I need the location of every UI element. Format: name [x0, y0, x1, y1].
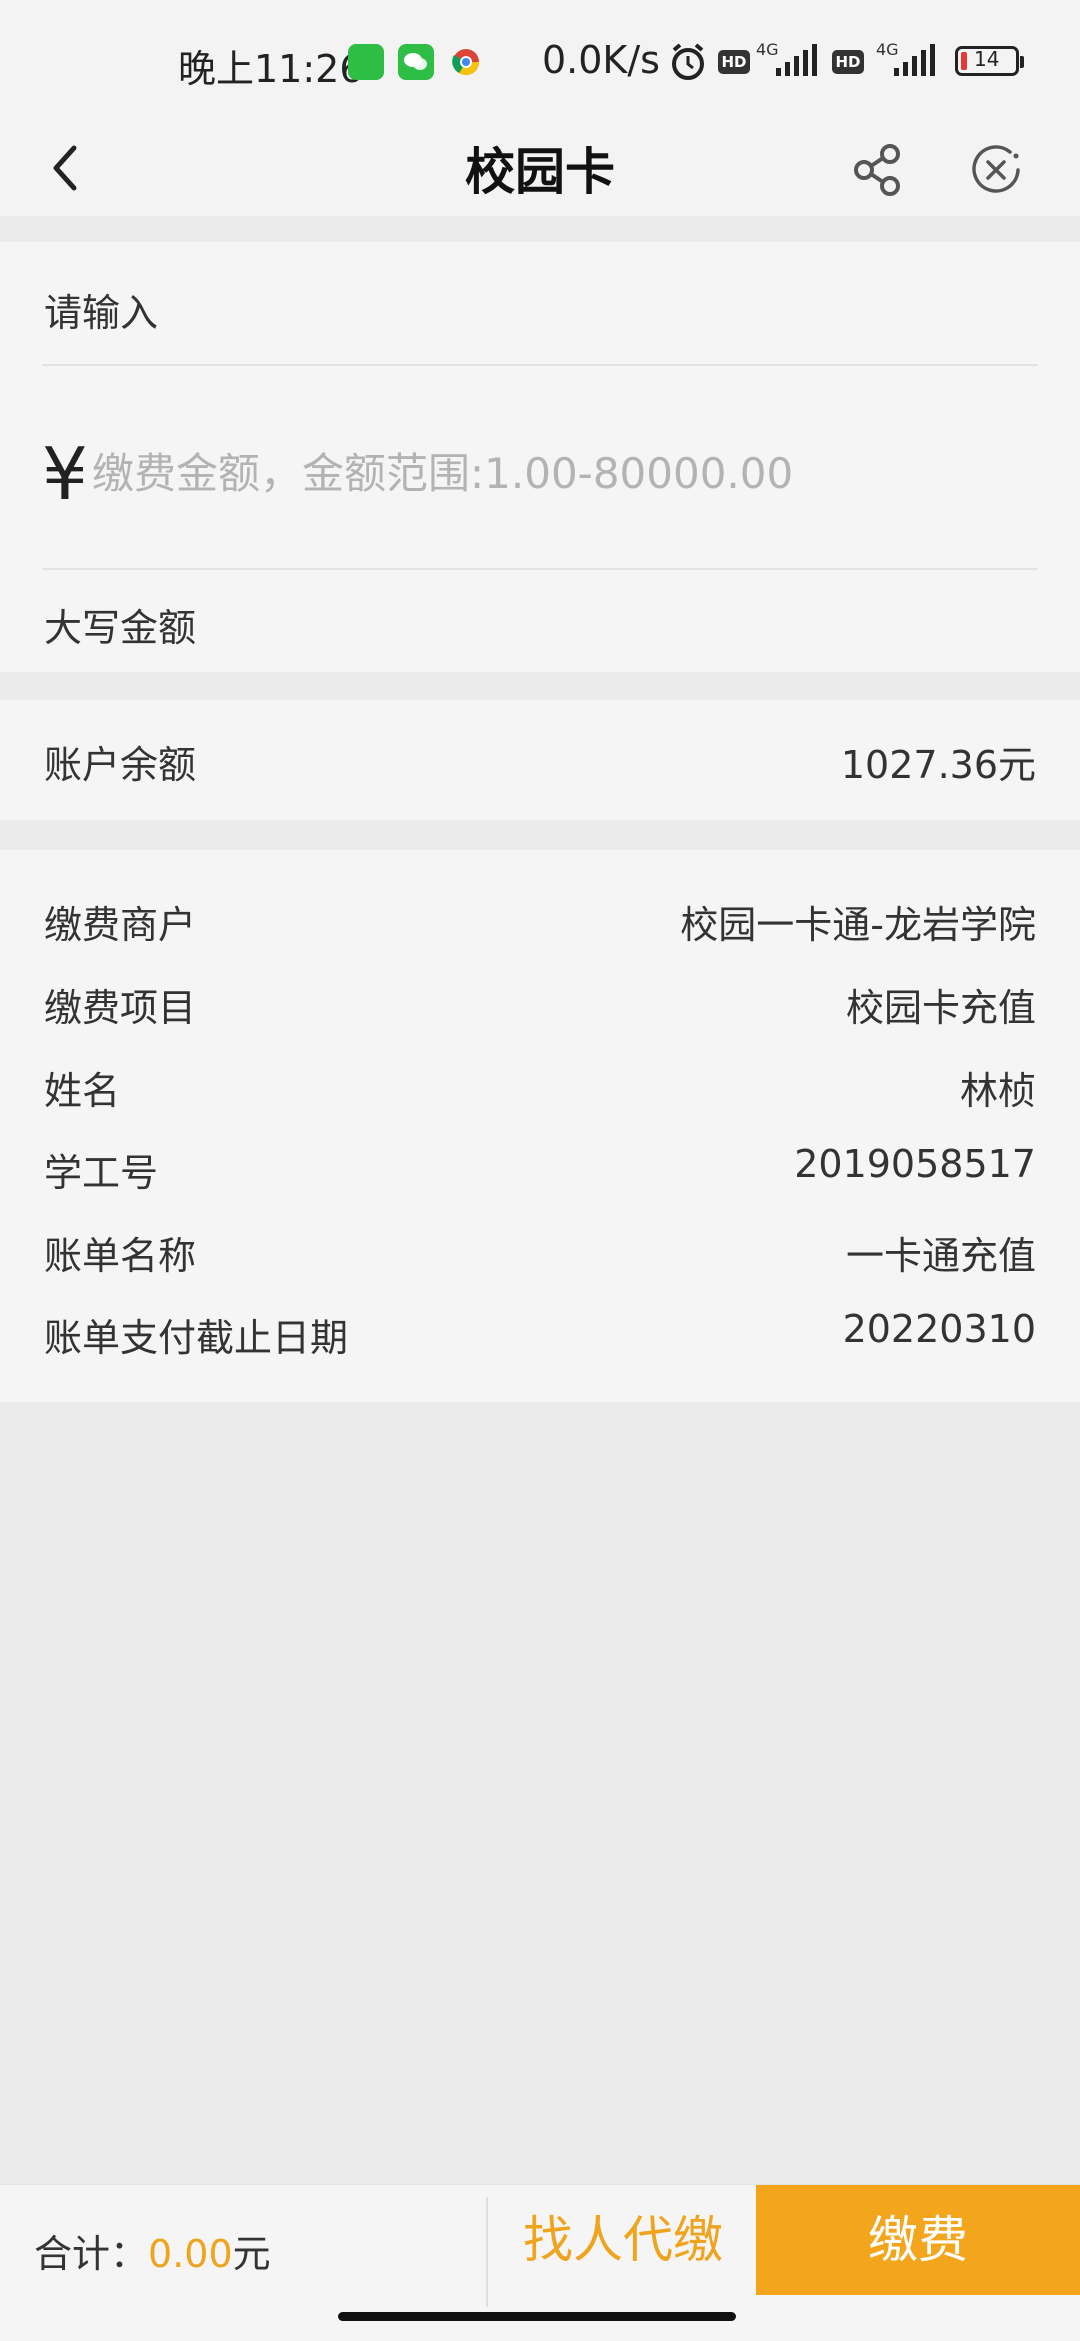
signal-icon [774, 40, 822, 84]
info-label: 账单名称 [44, 1234, 197, 1278]
net-speed: 0.0K/s [542, 38, 660, 82]
divider [486, 2197, 488, 2307]
proxy-pay-button[interactable]: 找人代缴 [490, 2185, 756, 2295]
info-label: 缴费项目 [44, 986, 197, 1030]
info-value: 20220310 [842, 1307, 1036, 1351]
currency-symbol: ¥ [42, 432, 88, 516]
balance-section: 账户余额 1027.36元 [0, 700, 1080, 820]
share-icon[interactable] [848, 140, 908, 200]
input-label: 请输入 [44, 291, 159, 335]
battery-level [961, 52, 967, 70]
total-label: 合计： [34, 2232, 149, 2276]
info-value: 一卡通充值 [845, 1234, 1036, 1278]
info-label: 账单支付截止日期 [44, 1316, 349, 1360]
alarm-icon [666, 40, 710, 88]
info-value: 校园卡充值 [845, 986, 1036, 1030]
info-value: 林桢 [959, 1069, 1036, 1113]
info-label: 缴费商户 [44, 903, 197, 947]
pay-button[interactable]: 缴费 [756, 2185, 1080, 2295]
bill-info-section: 缴费商户 校园一卡通-龙岩学院 缴费项目 校园卡充值 姓名 林桢 学工号 201… [0, 850, 1080, 1402]
info-value: 2019058517 [794, 1142, 1036, 1186]
battery-icon: 14 [955, 46, 1024, 76]
info-label: 姓名 [44, 1069, 121, 1113]
page-title: 校园卡 [465, 143, 615, 201]
total-amount: 0.00 [148, 2232, 233, 2276]
chrome-icon [448, 44, 484, 80]
info-label: 学工号 [44, 1151, 159, 1195]
home-indicator[interactable] [338, 2312, 736, 2321]
battery-text: 14 [974, 47, 1000, 71]
balance-label: 账户余额 [44, 743, 197, 787]
sound-app-icon [348, 44, 384, 80]
status-time: 晚上11:26 [178, 47, 364, 91]
close-circle-icon[interactable] [966, 140, 1026, 200]
balance-value: 1027.36元 [840, 743, 1036, 787]
hd-icon-2: HD [832, 50, 864, 74]
hd-icon: HD [718, 50, 750, 74]
amount-input[interactable] [90, 434, 994, 512]
total-unit: 元 [232, 2232, 271, 2276]
nav-bar: 校园卡 [0, 120, 1080, 216]
total-section: 合计：0.00元 [34, 2223, 271, 2278]
divider [42, 364, 1038, 366]
info-value: 校园一卡通-龙岩学院 [680, 903, 1036, 947]
divider [42, 568, 1038, 570]
uppercase-amount-label: 大写金额 [44, 606, 197, 650]
signal-icon-2 [892, 40, 940, 84]
wechat-icon [398, 44, 434, 80]
amount-input-section: 请输入 ¥ 大写金额 [0, 242, 1080, 672]
status-bar: 晚上11:26 0.0K/s HD 4G HD 4G 14 [0, 0, 1080, 120]
